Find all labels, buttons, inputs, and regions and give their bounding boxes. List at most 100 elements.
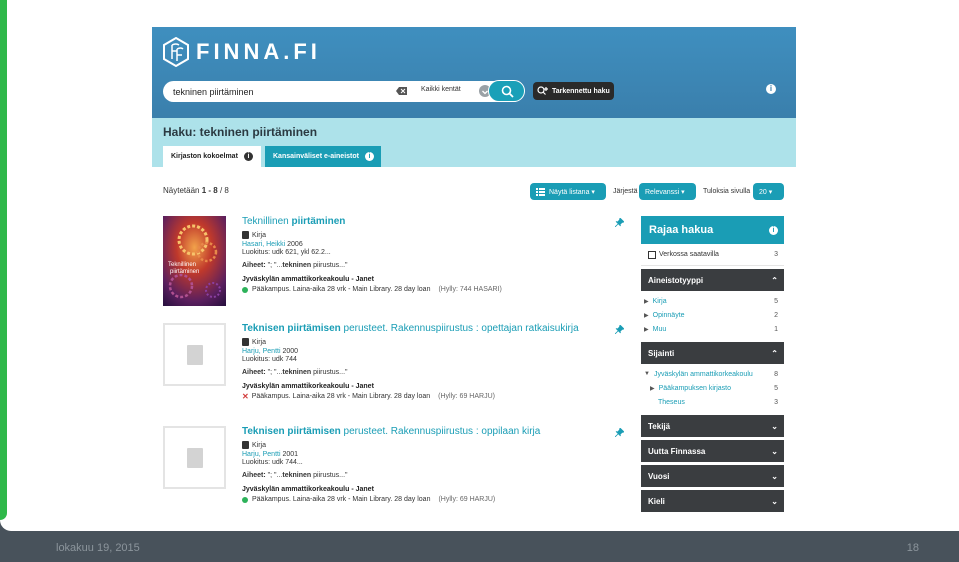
- facet-header-vuosi[interactable]: Vuosi ⌄: [641, 465, 784, 487]
- search-button[interactable]: [488, 80, 525, 102]
- book-cover-placeholder[interactable]: [163, 323, 226, 386]
- subjects-text: piirustus...": [311, 472, 348, 479]
- subjects-text: "; "...: [267, 472, 283, 479]
- facet-item[interactable]: ▶ Kirja 5: [641, 294, 784, 308]
- result-location: Pääkampus. Laina-aika 28 vrk - Main Libr…: [242, 496, 612, 503]
- sort-select[interactable]: Relevanssi ▾: [639, 183, 696, 200]
- location-text: Pääkampus. Laina-aika 28 vrk - Main Libr…: [251, 393, 431, 400]
- pin-icon[interactable]: [615, 218, 624, 227]
- facet-header-kieli[interactable]: Kieli ⌄: [641, 490, 784, 512]
- finna-logo-icon: [163, 37, 189, 67]
- per-page-select[interactable]: 20 ▾: [753, 183, 784, 200]
- book-cover-placeholder[interactable]: [163, 426, 226, 489]
- facet-item-label: Opinnäyte: [652, 311, 685, 319]
- logo-text: FINNA.FI: [196, 39, 321, 64]
- book-placeholder-icon: [187, 345, 203, 365]
- title-highlight: piirtäminen: [291, 216, 346, 227]
- result-title-link[interactable]: Teknisen piirtämisen perusteet. Rakennus…: [242, 323, 612, 335]
- facet-item[interactable]: ▶ Opinnäyte 2: [641, 308, 784, 322]
- expand-icon: ▶: [644, 312, 649, 319]
- search-field-select[interactable]: Kaikki kentät: [421, 86, 461, 93]
- result-classification: Luokitus: udk 744...: [242, 459, 303, 466]
- unavailable-status-icon: ✕: [242, 392, 249, 401]
- cover-title-line-2: piirtäminen: [170, 269, 199, 275]
- book-cover-image[interactable]: Teknillinen piirtäminen: [163, 216, 226, 306]
- search-icon: [501, 85, 514, 98]
- search-input[interactable]: [173, 84, 393, 99]
- facet-header-aineistotyyppi[interactable]: Aineistotyyppi ⌃: [641, 269, 784, 291]
- slide-footer-date: lokakuu 19, 2015: [56, 542, 140, 554]
- subjects-highlight: tekninen: [282, 472, 312, 479]
- expand-icon: ▶: [650, 385, 655, 392]
- facet-count: 8: [774, 370, 778, 378]
- available-status-icon: [242, 286, 248, 293]
- facet-item[interactable]: ▶ Pääkampuksen kirjasto 5: [641, 381, 784, 395]
- tab-library-collections[interactable]: Kirjaston kokoelmat i: [163, 146, 261, 167]
- pin-icon[interactable]: [615, 325, 624, 334]
- collapse-icon: ▼: [644, 371, 650, 377]
- results-prefix: Näytetään: [163, 186, 202, 195]
- slide-accent-bar: [0, 0, 7, 520]
- facet-item[interactable]: ▼ Jyväskylän ammattikorkeakoulu 8: [641, 367, 784, 381]
- result-title-link[interactable]: Teknillinen piirtäminen: [242, 216, 612, 228]
- available-status-icon: [242, 496, 248, 503]
- format-label: Kirja: [252, 338, 267, 346]
- title-part: Teknillinen: [242, 216, 292, 227]
- facet-list-sijainti: ▼ Jyväskylän ammattikorkeakoulu 8 ▶ Pääkamp…: [641, 364, 784, 412]
- facet-item[interactable]: Theseus 3: [641, 395, 784, 409]
- tab-international-eresources[interactable]: Kansainväliset e-aineistot i: [265, 146, 381, 167]
- facet-header-sijainti[interactable]: Sijainti ⌃: [641, 342, 784, 364]
- info-icon[interactable]: i: [766, 84, 776, 94]
- results-count: Näytetään 1 - 8 / 8: [163, 186, 229, 195]
- result-details: Teknisen piirtämisen perusteet. Rakennus…: [242, 323, 612, 401]
- search-subheader: Haku: tekninen piirtäminen Kirjaston kok…: [152, 118, 796, 167]
- title-part: perusteet. Rakennuspiirustus : opettajan…: [340, 323, 579, 334]
- advanced-search-button[interactable]: Tarkennettu haku: [533, 82, 614, 100]
- view-label: Näytä listana ▾: [549, 188, 595, 196]
- online-filter-label: Verkossa saatavilla: [659, 251, 719, 258]
- facet-title: Sijainti: [648, 348, 675, 358]
- info-icon[interactable]: i: [243, 152, 253, 161]
- chevron-down-icon: ⌄: [771, 471, 778, 481]
- result-year: 2000: [282, 348, 299, 355]
- facet-header-uutta-finnassa[interactable]: Uutta Finnassa ⌄: [641, 440, 784, 462]
- subjects-label: Aiheet:: [242, 472, 268, 479]
- location-text: Pääkampus. Laina-aika 28 vrk - Main Libr…: [252, 496, 431, 503]
- pin-icon[interactable]: [615, 428, 624, 437]
- online-available-filter[interactable]: Verkossa saatavilla 3: [641, 244, 784, 266]
- result-organisation: Jyväskylän ammattikorkeakoulu - Janet: [242, 486, 374, 493]
- result-details: Teknillinen piirtäminen Kirja Hasari, He…: [242, 216, 612, 293]
- result-format: Kirja: [242, 338, 612, 346]
- facet-item-label: Jyväskylän ammattikorkeakoulu: [653, 370, 753, 378]
- book-icon: [242, 231, 249, 239]
- info-icon[interactable]: i: [769, 226, 778, 235]
- tab-label: Kansainväliset e-aineistot: [273, 153, 359, 160]
- search-result: Teknisen piirtämisen perusteet. Rakennus…: [163, 323, 624, 417]
- facet-count: 3: [774, 398, 778, 406]
- view-as-list-button[interactable]: Näytä listana ▾: [530, 183, 606, 200]
- facet-title: Aineistotyyppi: [648, 275, 704, 285]
- result-author: Harju, Pentti 2001: [242, 451, 612, 458]
- finna-logo[interactable]: FINNA.FI: [163, 37, 321, 67]
- result-organisation: Jyväskylän ammattikorkeakoulu - Janet: [242, 383, 374, 390]
- sort-label: Järjestä: [613, 188, 638, 195]
- subjects-text: piirustus...": [311, 262, 348, 269]
- facet-header-tekija[interactable]: Tekijä ⌄: [641, 415, 784, 437]
- checkbox[interactable]: [648, 250, 656, 259]
- sidebar-title-text: Rajaa hakua: [649, 224, 714, 236]
- facet-item-label: Kirja: [652, 297, 667, 305]
- search-result: Teknisen piirtämisen perusteet. Rakennus…: [163, 426, 624, 515]
- sidebar-title: Rajaa hakua i: [641, 216, 784, 244]
- author-link[interactable]: Harju, Pentti: [242, 451, 281, 458]
- author-link[interactable]: Harju, Pentti: [242, 348, 281, 355]
- finna-screenshot: FINNA.FI Kaikki kentät Tarkenne: [152, 27, 796, 515]
- author-link[interactable]: Hasari, Heikki: [242, 241, 285, 248]
- title-highlight: Teknisen: [242, 323, 288, 334]
- result-organisation: Jyväskylän ammattikorkeakoulu - Janet: [242, 276, 374, 283]
- result-title-link[interactable]: Teknisen piirtämisen perusteet. Rakennus…: [242, 426, 612, 438]
- expand-icon: ▶: [644, 326, 649, 333]
- info-icon[interactable]: i: [364, 152, 374, 161]
- result-author: Harju, Pentti 2000: [242, 348, 612, 355]
- clear-search-icon[interactable]: [396, 87, 407, 95]
- facet-item[interactable]: ▶ Muu 1: [641, 322, 784, 336]
